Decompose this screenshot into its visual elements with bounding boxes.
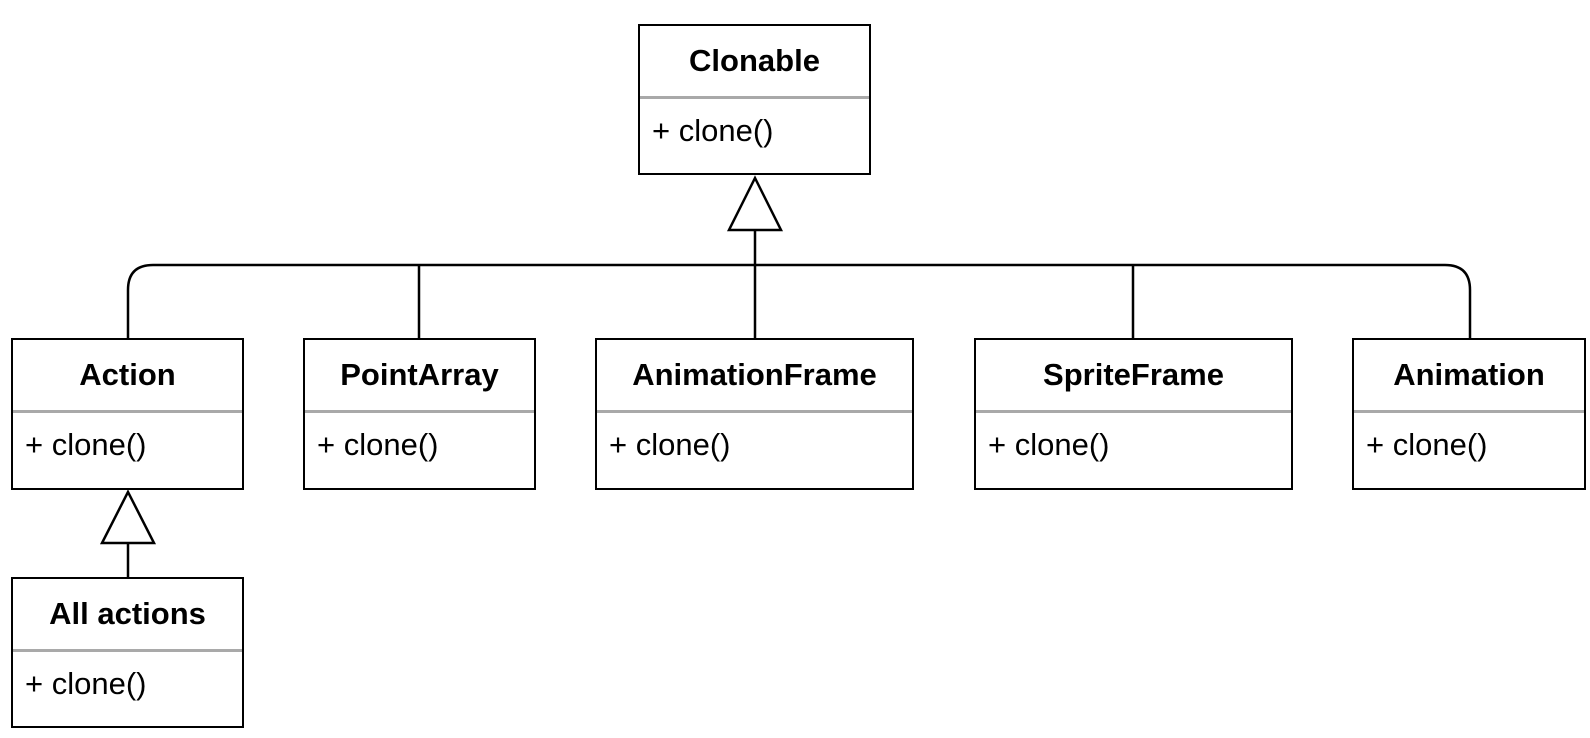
class-box-animationframe: AnimationFrame + clone(): [595, 338, 914, 490]
class-box-spriteframe: SpriteFrame + clone(): [974, 338, 1293, 490]
class-operation: + clone(): [25, 427, 147, 462]
class-name: Animation: [1354, 340, 1584, 413]
class-name: SpriteFrame: [976, 340, 1291, 413]
class-operation: + clone(): [1366, 427, 1488, 462]
generalization-arrowhead-clonable: [726, 175, 784, 232]
class-name: All actions: [13, 579, 242, 652]
class-name: PointArray: [305, 340, 534, 413]
class-operation: + clone(): [609, 427, 731, 462]
class-name: AnimationFrame: [597, 340, 912, 413]
class-box-animation: Animation + clone(): [1352, 338, 1586, 490]
class-operation: + clone(): [652, 113, 774, 148]
class-box-clonable: Clonable + clone(): [638, 24, 871, 175]
generalization-arrowhead-action: [99, 489, 157, 545]
class-operation: + clone(): [317, 427, 439, 462]
class-operation: + clone(): [988, 427, 1110, 462]
class-name: Clonable: [640, 26, 869, 99]
class-name: Action: [13, 340, 242, 413]
class-box-allactions: All actions + clone(): [11, 577, 244, 728]
generalization-connector-bus: [126, 263, 1472, 338]
class-box-action: Action + clone(): [11, 338, 244, 490]
class-operation: + clone(): [25, 666, 147, 701]
class-box-pointarray: PointArray + clone(): [303, 338, 536, 490]
